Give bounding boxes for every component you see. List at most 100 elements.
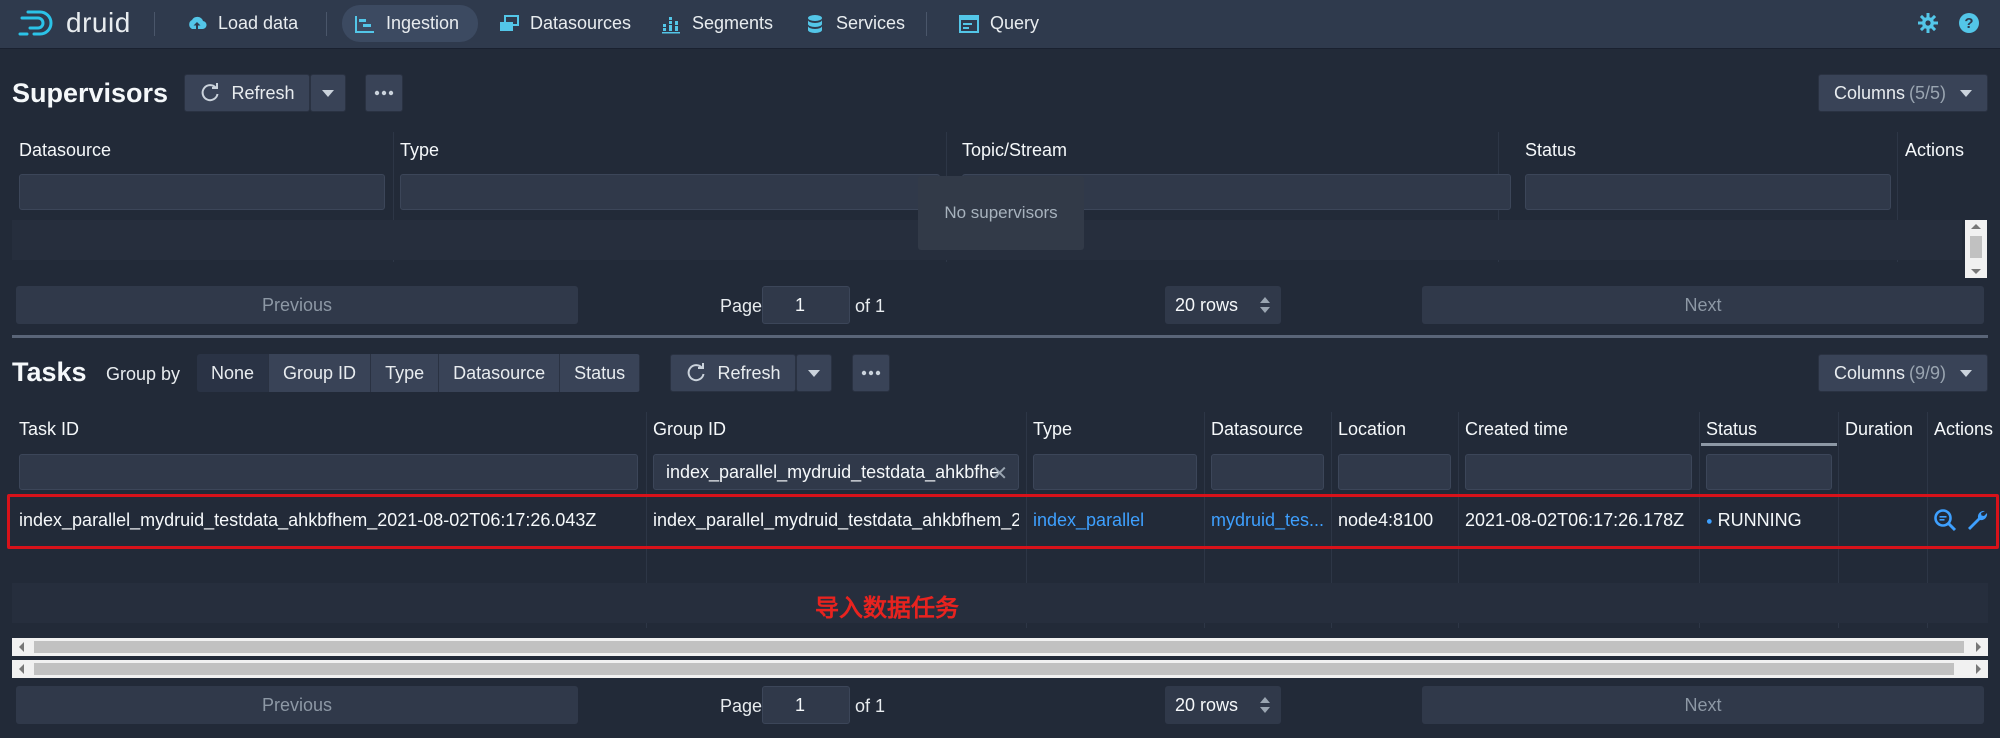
page-of-label: of 1 [855,696,886,716]
nav-services[interactable]: Services [792,5,919,42]
supervisors-columns-button[interactable]: Columns (5/5) [1818,74,1988,112]
tasks-more-button[interactable] [852,354,890,392]
supervisors-refresh-button[interactable]: Refresh [184,74,310,112]
group-by-label: Group by [106,364,181,384]
group-by-status[interactable]: Status [560,354,641,392]
supervisors-previous-button[interactable]: Previous [16,286,578,324]
database-icon [804,13,826,35]
group-by-type[interactable]: Type [371,354,440,392]
scroll-thumb[interactable] [34,641,1964,653]
col-header-location[interactable]: Location [1338,419,1406,440]
columns-count: (5/5) [1909,82,1947,103]
scroll-left-arrow-icon[interactable] [19,664,24,674]
tasks-title: Tasks [12,357,87,387]
col-header-duration[interactable]: Duration [1845,419,1913,440]
scroll-up-arrow-icon[interactable] [1971,224,1981,229]
annotation-highlight-box [7,494,1999,549]
tasks-columns-button[interactable]: Columns (9/9) [1818,354,1988,392]
nav-segments[interactable]: Segments [648,5,787,42]
supervisors-refresh-label: Refresh [231,82,295,103]
group-by-datasource[interactable]: Datasource [439,354,561,392]
tasks-rows-select[interactable]: 20 rows [1165,686,1281,724]
vertical-scrollbar[interactable] [1965,220,1987,278]
filter-status-input[interactable] [1525,174,1891,210]
druid-logo-icon [18,10,53,36]
supervisors-next-button[interactable]: Next [1422,286,1984,324]
filter-location-input[interactable] [1338,454,1451,490]
caret-down-icon [322,89,334,97]
help-icon[interactable]: ? [1958,12,1980,34]
scroll-thumb[interactable] [1970,236,1982,258]
filter-type-input[interactable] [400,174,940,210]
svg-text:?: ? [1964,15,1973,32]
filter-group-id-input[interactable]: index_parallel_mydruid_testdata_ahkbfhe … [653,454,1019,490]
col-header-type[interactable]: Type [1033,419,1072,440]
empty-row [12,583,1988,623]
filter-group-id-value: index_parallel_mydruid_testdata_ahkbfhe [666,461,1000,482]
scroll-right-arrow-icon[interactable] [1976,664,1981,674]
group-by-segmented-control: None Group ID Type Datasource Status [197,354,641,392]
multi-select-icon [498,13,520,35]
nav-query[interactable]: Query [946,5,1053,42]
nav-divider [154,12,155,36]
scroll-right-arrow-icon[interactable] [1976,642,1981,652]
supervisors-rows-select[interactable]: 20 rows [1165,286,1281,324]
filter-type-input[interactable] [1033,454,1197,490]
gear-icon[interactable] [1917,12,1939,34]
cloud-upload-icon [186,13,208,35]
tasks-next-button[interactable]: Next [1422,686,1984,724]
clear-filter-icon[interactable]: ✕ [991,461,1008,486]
rows-select-value: 20 rows [1175,294,1239,315]
nav-divider [326,12,327,36]
filter-status-input[interactable] [1706,454,1832,490]
col-header-created-time[interactable]: Created time [1465,419,1568,440]
col-header-type[interactable]: Type [400,140,439,161]
col-header-actions: Actions [1934,419,1994,439]
rows-select-value: 20 rows [1175,694,1239,715]
scroll-thumb[interactable] [34,663,1954,675]
group-by-none[interactable]: None [197,354,270,392]
nav-load-data[interactable]: Load data [174,5,312,42]
horizontal-scrollbar[interactable] [12,638,1988,656]
supervisors-more-button[interactable] [365,74,403,112]
col-header-status[interactable]: Status [1525,140,1576,161]
supervisors-page-input[interactable]: 1 [762,286,850,324]
col-header-group-id[interactable]: Group ID [653,419,726,440]
col-header-datasource[interactable]: Datasource [19,140,111,161]
group-by-group-id[interactable]: Group ID [269,354,372,392]
application-icon [958,13,980,35]
columns-count: (9/9) [1909,362,1947,383]
section-divider [12,335,1988,338]
nav-datasources[interactable]: Datasources [486,5,645,42]
filter-task-id-input[interactable] [19,454,638,490]
scroll-left-arrow-icon[interactable] [19,642,24,652]
filter-datasource-input[interactable] [19,174,385,210]
nav-load-data-label: Load data [218,13,299,33]
nav-datasources-label: Datasources [530,13,632,33]
col-header-topic-stream[interactable]: Topic/Stream [962,140,1067,161]
nav-query-label: Query [990,13,1040,33]
brand-name: druid [66,7,131,38]
more-icon [374,90,394,96]
refresh-icon [685,362,707,384]
horizontal-scrollbar[interactable] [12,660,1988,678]
supervisors-refresh-dropdown[interactable] [310,74,346,112]
columns-label: Columns [1833,82,1905,103]
col-header-task-id[interactable]: Task ID [19,419,79,440]
tasks-refresh-button[interactable]: Refresh [670,354,796,392]
nav-services-label: Services [836,13,906,33]
filter-datasource-input[interactable] [1211,454,1324,490]
col-header-datasource[interactable]: Datasource [1211,419,1303,440]
tasks-previous-button[interactable]: Previous [16,686,578,724]
annotation-text: 导入数据任务 [815,595,959,622]
tasks-refresh-dropdown[interactable] [796,354,832,392]
tasks-page-input[interactable]: 1 [762,686,850,724]
filter-created-time-input[interactable] [1465,454,1692,490]
col-header-status[interactable]: Status [1706,419,1757,440]
scroll-down-arrow-icon[interactable] [1971,269,1981,274]
columns-label: Columns [1833,362,1905,383]
nav-divider [926,12,927,36]
page-label: Page [720,696,763,716]
druid-logo[interactable]: druid [18,6,131,40]
nav-ingestion[interactable]: Ingestion [342,5,478,42]
